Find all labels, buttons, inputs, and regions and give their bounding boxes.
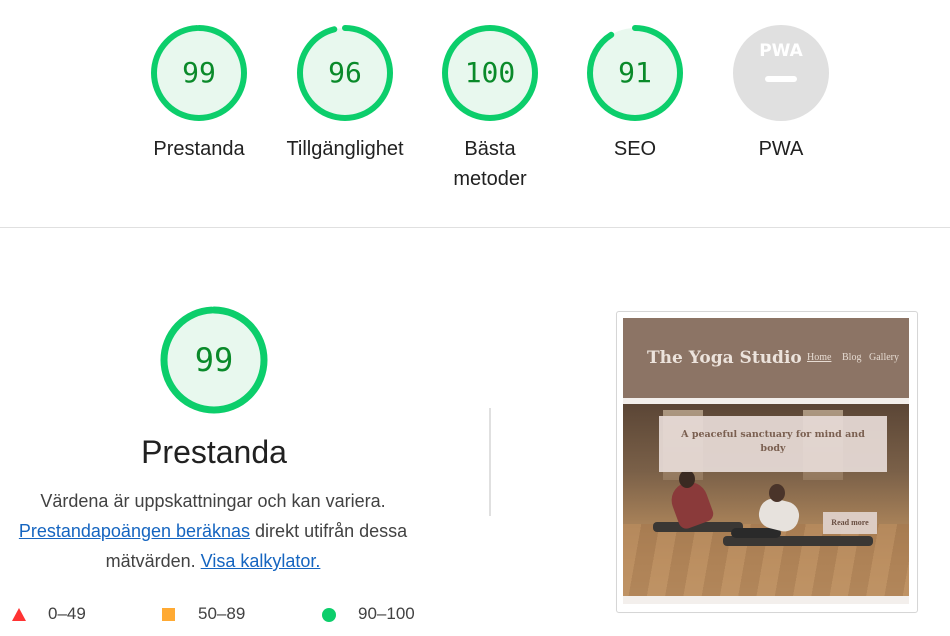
performance-description: Värdena är uppskattningar och kan varier…: [8, 486, 418, 576]
site-nav-blog: Blog: [842, 352, 862, 363]
average-square-icon: [162, 608, 175, 621]
gauge-score: 91: [618, 56, 652, 89]
screenshot-image: The Yoga Studio Home Blog Gallery A peac…: [623, 318, 909, 604]
category-summary: 99 Prestanda 96 Tillgänglighet 100 Bästa…: [0, 0, 950, 228]
legend-range: 90–100: [358, 604, 415, 623]
person-head: [769, 484, 785, 502]
gauge-label: SEO: [613, 138, 657, 160]
gauge-ring: 91: [586, 24, 684, 122]
gauge-seo[interactable]: 91 SEO: [560, 24, 710, 164]
gauge-label: Prestanda: [153, 138, 245, 160]
pwa-logo-icon: PWA: [759, 41, 803, 61]
gauge-accessibility[interactable]: 96 Tillgänglighet: [270, 24, 420, 164]
performance-title: Prestanda: [141, 434, 287, 470]
pwa-badge: PWA: [733, 25, 829, 121]
vertical-separator: [489, 408, 491, 516]
description-rest: Prestandapoängen beräknas direkt utifrån…: [8, 516, 418, 576]
gauge-label: Bästa metoder: [415, 134, 565, 194]
site-header: The Yoga Studio Home Blog Gallery: [623, 318, 909, 398]
legend-range: 50–89: [198, 604, 246, 623]
gauge-score: 99: [182, 56, 216, 89]
description-line-1: Värdena är uppskattningar och kan varier…: [40, 491, 386, 511]
gauge-ring: 99: [150, 24, 248, 122]
gauge-performance[interactable]: 99 Prestanda: [124, 24, 274, 164]
fail-triangle-icon: [12, 608, 26, 621]
site-nav-gallery: Gallery: [869, 352, 899, 363]
gauge-label-line-2: metoder: [453, 168, 527, 190]
gauge-ring: 96: [296, 24, 394, 122]
hero-caption-box: A peaceful sanctuary for mind and body: [659, 416, 887, 472]
score-legend: 0–49 50–89 90–100: [0, 603, 440, 627]
view-calculator-link[interactable]: Visa kalkylator.: [201, 551, 321, 571]
gauge-ring: 100: [441, 24, 539, 122]
site-nav-home: Home: [807, 352, 832, 363]
site-brand: The Yoga Studio: [647, 348, 802, 368]
gauge-score: 96: [328, 56, 362, 89]
gauge-score: 100: [464, 56, 516, 89]
legend-range: 0–49: [48, 604, 86, 623]
performance-score: 99: [194, 341, 234, 379]
hero-caption: A peaceful sanctuary for mind and body: [681, 429, 865, 454]
performance-gauge: 99: [160, 306, 268, 414]
pass-circle-icon: [322, 608, 336, 622]
final-screenshot[interactable]: The Yoga Studio Home Blog Gallery A peac…: [616, 311, 918, 613]
not-applicable-dash-icon: [765, 76, 797, 82]
person-legs: [731, 528, 781, 538]
gauge-pwa[interactable]: PWA PWA: [706, 24, 856, 164]
gauge-label-line-1: Bästa: [464, 138, 516, 160]
score-calculation-link[interactable]: Prestandapoängen beräknas: [19, 521, 250, 541]
gauge-label: Tillgänglighet: [286, 138, 404, 160]
section-divider: [0, 227, 950, 228]
read-more-button: Read more: [823, 512, 877, 534]
gauge-label: PWA: [758, 138, 804, 160]
gauge-best-practices[interactable]: 100 Bästa metoder: [415, 24, 565, 194]
person-head: [679, 470, 695, 488]
